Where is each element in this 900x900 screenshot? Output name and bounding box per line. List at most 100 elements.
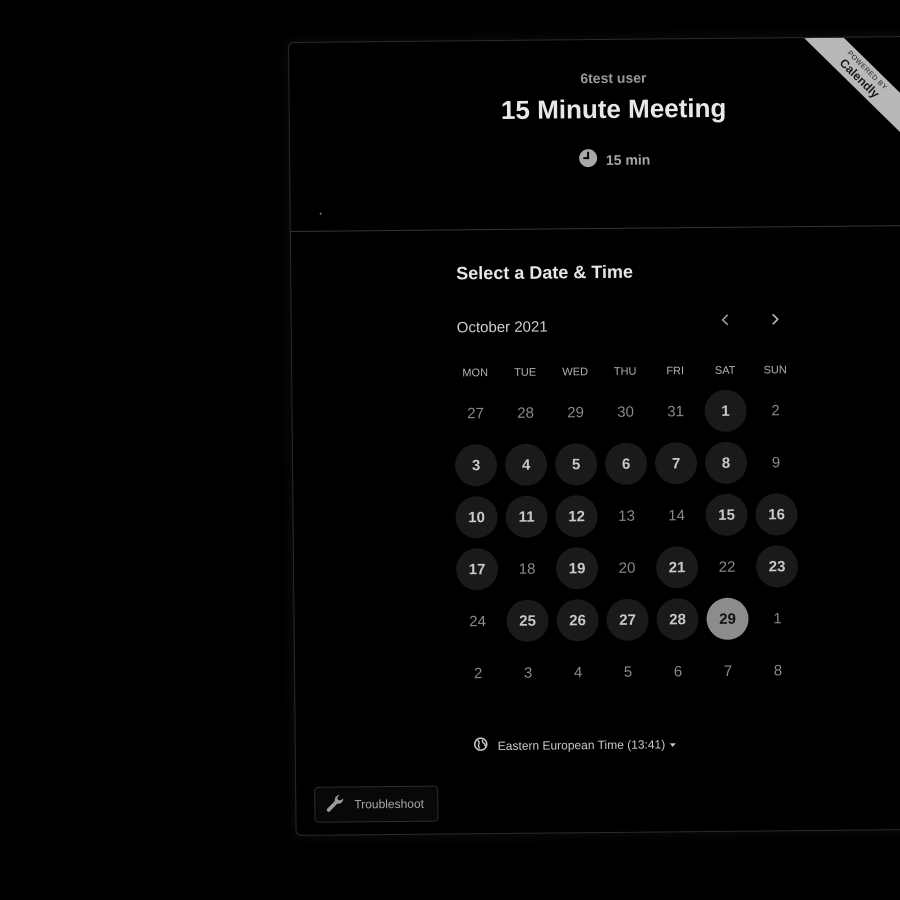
- calendar-day: 7: [703, 645, 753, 697]
- booking-card: POWERED BY Calendly 6test user 15 Minute…: [288, 35, 900, 836]
- calendar-day-label: 8: [704, 441, 748, 485]
- calendar-day-label: 1: [773, 609, 782, 627]
- calendar-day: 13: [601, 490, 651, 542]
- host-name: 6test user: [580, 69, 647, 87]
- calendar-day: 31: [650, 385, 700, 437]
- calendar-day-label: 26: [556, 599, 599, 642]
- calendar-day: 28: [500, 386, 550, 438]
- calendar-day[interactable]: 10: [451, 491, 501, 543]
- calendar-day-label: 23: [755, 545, 799, 588]
- weekday-sat: SAT: [714, 364, 736, 377]
- calendar-day-label: 2: [771, 401, 780, 419]
- calendar-day-label: 4: [504, 443, 548, 486]
- calendar-day-label: 20: [618, 559, 636, 577]
- calendar-day-selected[interactable]: 29: [702, 593, 752, 645]
- calendar-day: 30: [600, 386, 650, 438]
- calendar-day[interactable]: 28: [652, 593, 702, 645]
- calendar-day-label: 30: [617, 403, 634, 421]
- previous-month-button[interactable]: [715, 311, 737, 333]
- calendar-day-label: 2: [473, 664, 483, 682]
- calendar-day[interactable]: 23: [752, 540, 802, 592]
- weekday-fri: FRI: [666, 365, 685, 378]
- calendar-day-label: 14: [668, 506, 685, 524]
- calendar-day-label: 13: [618, 507, 635, 525]
- troubleshoot-button[interactable]: Troubleshoot: [314, 785, 439, 823]
- calendar-day[interactable]: 4: [501, 438, 551, 490]
- calendar-day-label: 7: [723, 662, 733, 680]
- calendar-day-label: 4: [573, 663, 583, 681]
- calendar-day-label: 27: [606, 598, 649, 641]
- calendar-day: 8: [753, 644, 803, 696]
- calendar-day-label: 19: [555, 547, 599, 590]
- calendar-day-label: 15: [705, 493, 748, 537]
- timezone-label: Eastern European Time (13:41): [497, 736, 666, 753]
- wrench-icon: [324, 792, 346, 817]
- calendar-day-label: 8: [773, 661, 783, 679]
- calendar-day: 27: [450, 387, 500, 439]
- calendar-day[interactable]: 11: [501, 490, 551, 542]
- calendar-day[interactable]: 7: [651, 437, 701, 489]
- calendar-day[interactable]: 27: [602, 594, 652, 646]
- calendar-day[interactable]: 6: [601, 438, 651, 490]
- calendar-day-label: 6: [673, 662, 683, 680]
- calendar-day[interactable]: 1: [700, 385, 750, 437]
- calendar-day[interactable]: 12: [551, 490, 601, 542]
- calendar-day-label: 31: [667, 402, 684, 420]
- troubleshoot-label: Troubleshoot: [354, 796, 424, 812]
- calendar-day[interactable]: 26: [552, 594, 602, 646]
- caret-down-icon: [669, 737, 677, 751]
- calendar-day: 24: [452, 595, 502, 647]
- calendar-day[interactable]: 17: [452, 543, 502, 595]
- calendar-day[interactable]: 15: [701, 489, 751, 541]
- calendar-day-label: 29: [567, 403, 584, 421]
- calendar-day-label: 1: [704, 389, 747, 433]
- calendar-day: 2: [453, 647, 503, 699]
- calendar-day: 2: [750, 384, 800, 436]
- calendar-day[interactable]: 19: [552, 542, 602, 594]
- calendar-day: 18: [502, 542, 552, 594]
- calendar-day[interactable]: 5: [551, 438, 601, 490]
- calendar-day[interactable]: 3: [451, 439, 501, 491]
- calendar-day-label: 22: [718, 558, 736, 576]
- calendar-day-label: 21: [655, 546, 699, 589]
- calendar-day-label: 5: [623, 663, 633, 681]
- calendar-day: 9: [751, 436, 801, 488]
- calendar-day-label: 12: [555, 495, 598, 538]
- calendar-day-label: 16: [755, 493, 798, 536]
- globe-icon: [473, 737, 488, 754]
- calendar-day: 6: [653, 645, 703, 697]
- calendar-day[interactable]: 21: [652, 541, 702, 593]
- chevron-right-icon: [770, 312, 780, 331]
- calendar-day-label: 11: [505, 495, 548, 538]
- calendar-day-label: 25: [506, 599, 549, 642]
- calendar-day-label: 18: [518, 560, 536, 578]
- calendar-day-label: 3: [454, 444, 498, 487]
- calendar-day[interactable]: 8: [701, 437, 751, 489]
- next-month-button[interactable]: [764, 310, 786, 332]
- calendar-day: 14: [651, 489, 701, 541]
- calendar-day: 4: [553, 646, 603, 698]
- duration-label: 15 min: [605, 151, 651, 168]
- calendar-day-label: 3: [523, 664, 533, 682]
- calendar-day-label: 27: [467, 404, 484, 422]
- calendar-day: 20: [602, 542, 652, 594]
- clock-icon: [578, 148, 598, 171]
- calendar-day[interactable]: 16: [751, 488, 801, 540]
- event-header: 6test user 15 Minute Meeting 15 min: [289, 36, 900, 232]
- weekday-mon: MON: [462, 367, 489, 380]
- calendar-day-label: 28: [517, 404, 534, 422]
- calendar-day-label: 5: [554, 443, 598, 486]
- month-label: October 2021: [456, 318, 548, 337]
- calendar-day-label: 10: [455, 496, 498, 539]
- decorative-dot: [319, 212, 322, 215]
- calendar-day-label: 7: [654, 442, 698, 485]
- event-duration: 15 min: [290, 145, 900, 174]
- timezone-selector[interactable]: Eastern European Time (13:41): [473, 735, 678, 754]
- weekday-sun: SUN: [763, 364, 787, 377]
- calendar-day: 1: [752, 592, 802, 644]
- weekday-thu: THU: [613, 365, 637, 378]
- calendar-day-label: 28: [656, 598, 699, 641]
- calendar-day: 29: [550, 386, 600, 438]
- event-title: 15 Minute Meeting: [500, 92, 727, 125]
- calendar-day[interactable]: 25: [502, 594, 552, 646]
